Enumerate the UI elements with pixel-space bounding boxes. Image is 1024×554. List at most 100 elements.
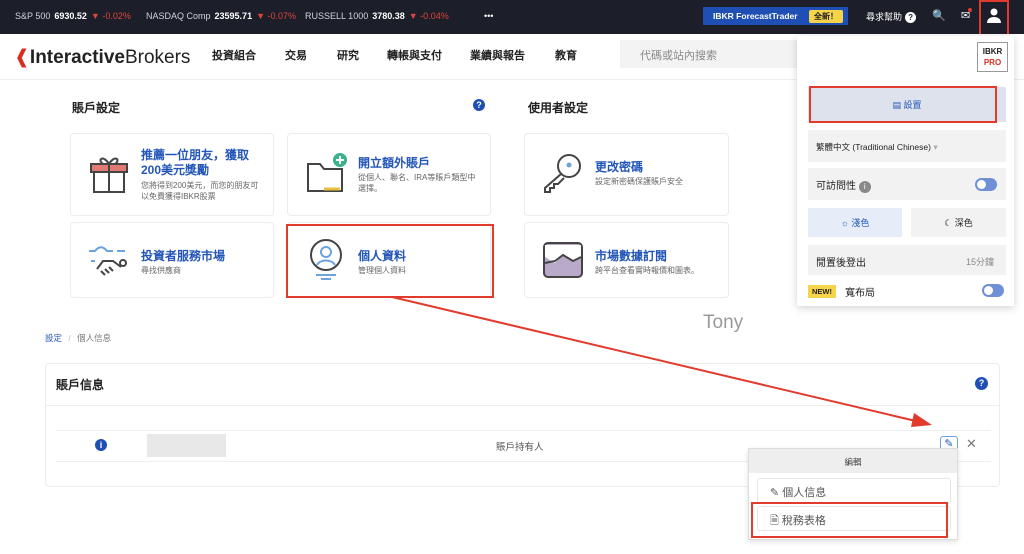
annotation-text: Tony xyxy=(703,312,744,333)
ibkr-pro-logo: IBKR PRO xyxy=(977,42,1008,72)
handshake-icon xyxy=(89,246,127,276)
dark-label: 深色 xyxy=(954,218,973,228)
idle-logout-label: 閒置後登出 xyxy=(816,258,866,269)
idle-logout-value: 15分鐘 xyxy=(965,257,994,267)
more-tickers-button[interactable]: ••• xyxy=(484,11,493,21)
highlight-box xyxy=(979,0,1009,38)
highlight-box xyxy=(751,502,948,538)
ticker-change: ▼ -0.02% xyxy=(90,11,131,21)
accessibility-row: 可訪問性 i xyxy=(808,168,1006,200)
help-button[interactable]: 尋求幫助? xyxy=(866,10,917,23)
card-desc: 您將得到200美元，而您的朋友可以免費獲得IBKR股票 xyxy=(141,181,259,201)
logo-light: Brokers xyxy=(124,47,191,68)
idle-logout-row[interactable]: 閒置後登出 15分鐘 xyxy=(808,245,1006,275)
nav-reports[interactable]: 業績與報告 xyxy=(470,47,525,63)
close-icon[interactable]: ✕ xyxy=(966,436,977,452)
account-info-title: 賬戶信息 xyxy=(56,378,105,392)
card-desc: 從個人、聯名、IRA等賬戶類型中選擇。 xyxy=(358,173,476,193)
nav-trade[interactable]: 交易 xyxy=(285,47,307,63)
ticker-nasdaq[interactable]: NASDAQ Comp 23595.71 ▼ -0.07% xyxy=(146,11,296,21)
ticker-change-value: -0.02% xyxy=(102,11,131,21)
info-icon[interactable]: i xyxy=(858,181,871,193)
help-label: 尋求幫助 xyxy=(866,12,903,22)
card-desc: 設定新密碼保護賬戶安全 xyxy=(595,177,683,186)
new-badge: 全新！ xyxy=(809,10,843,23)
edit-menu-title: 編輯 xyxy=(749,449,957,473)
menu-item-label: 個人信息 xyxy=(782,487,827,499)
ticker-value: 3780.38 xyxy=(372,11,405,21)
forecasttrader-label: IBKR ForecastTrader xyxy=(713,11,798,21)
ticker-change-value: -0.07% xyxy=(267,11,297,21)
search-chat-icon[interactable]: 🔍 xyxy=(932,9,946,22)
ticker-value: 23595.71 xyxy=(214,11,253,21)
breadcrumb: 設定 / 個人信息 xyxy=(45,332,111,344)
moon-icon: ☾ xyxy=(944,218,953,228)
ticker-name: NASDAQ Comp xyxy=(146,11,211,21)
search-input[interactable]: 代碼或站內搜索 xyxy=(620,40,800,68)
card-desc: 尋找供應商 xyxy=(141,266,181,275)
user-settings-heading: 使用者設定 xyxy=(528,101,589,115)
pencil-icon: ✎ xyxy=(770,487,780,499)
nav-transfer[interactable]: 轉帳與支付 xyxy=(387,47,442,63)
card-title: 市場數據訂閱 xyxy=(595,249,668,263)
sun-icon: ☼ xyxy=(840,218,849,228)
question-icon: ? xyxy=(905,12,917,23)
card-market-data[interactable]: 市場數據訂閱 跨平台查看實時報價和圖表。 xyxy=(524,222,729,298)
ticker-russell[interactable]: RUSSELL 1000 3780.38 ▼ -0.04% xyxy=(305,11,449,21)
gift-icon xyxy=(90,157,128,193)
ticker-sp500[interactable]: S&P 500 6930.52 ▼ -0.02% xyxy=(15,11,131,21)
breadcrumb-settings[interactable]: 設定 xyxy=(45,333,62,343)
menu-item-personal-info[interactable]: ✎ 個人信息 xyxy=(757,478,951,503)
forecasttrader-button[interactable]: IBKR ForecastTrader 全新！ xyxy=(703,7,848,25)
help-icon[interactable]: ? xyxy=(975,377,988,390)
wide-layout-toggle[interactable] xyxy=(982,284,1004,297)
light-label: 淺色 xyxy=(851,218,870,228)
user-menu-panel: IBKR PRO ▤ 設置 繁體中文 (Traditional Chinese) … xyxy=(797,36,1014,306)
folder-add-icon xyxy=(307,153,347,192)
logo-bold: Interactive xyxy=(29,47,125,68)
nav-portfolio[interactable]: 投資組合 xyxy=(212,47,256,63)
card-title: 開立額外賬戶 xyxy=(358,156,431,170)
card-title: 更改密碼 xyxy=(595,160,644,174)
logo-mark-icon: ❰ xyxy=(14,47,30,68)
new-badge: NEW! xyxy=(808,285,836,298)
wide-layout-label: 寬布局 xyxy=(845,288,875,299)
ticker-value: 6930.52 xyxy=(54,11,87,21)
key-icon xyxy=(544,154,581,193)
language-select[interactable]: 繁體中文 (Traditional Chinese) ▾ xyxy=(808,130,1006,162)
nav-research[interactable]: 研究 xyxy=(337,47,359,63)
card-investor-marketplace[interactable]: 投資者服務市場 尋找供應商 xyxy=(70,222,274,298)
dark-theme-button[interactable]: ☾ 深色 xyxy=(911,208,1006,237)
card-referral[interactable]: 推薦一位朋友，獲取200美元獎勵 您將得到200美元，而您的朋友可以免費獲得IB… xyxy=(70,133,274,216)
card-title: 推薦一位朋友，獲取200美元獎勵 xyxy=(141,148,250,177)
card-open-account[interactable]: 開立額外賬戶 從個人、聯名、IRA等賬戶類型中選擇。 xyxy=(287,133,491,216)
ticker-change: ▼ -0.04% xyxy=(408,11,449,21)
ibkr-logo[interactable]: ❰InteractiveBrokers xyxy=(14,46,190,69)
ticker-change-value: -0.04% xyxy=(420,11,449,21)
caret-down-icon: ▾ xyxy=(933,142,938,152)
ticker-change: ▼ -0.07% xyxy=(256,11,297,21)
info-icon[interactable]: i xyxy=(95,439,107,451)
help-icon[interactable]: ? xyxy=(473,99,485,111)
card-change-password[interactable]: 更改密碼 設定新密碼保護賬戶安全 xyxy=(524,133,729,216)
breadcrumb-current: 個人信息 xyxy=(77,333,112,343)
highlight-box xyxy=(286,224,494,298)
mail-icon[interactable]: ✉ xyxy=(961,8,973,22)
ticker-name: RUSSELL 1000 xyxy=(305,11,369,21)
divider xyxy=(46,405,999,406)
accessibility-label: 可訪問性 xyxy=(816,181,856,192)
breadcrumb-separator: / xyxy=(68,333,71,343)
light-theme-button[interactable]: ☼ 淺色 xyxy=(808,208,902,237)
account-settings-heading: 賬戶設定 xyxy=(72,101,121,115)
account-holder-label: 賬戶持有人 xyxy=(496,442,544,453)
language-value: 繁體中文 (Traditional Chinese) xyxy=(816,142,931,152)
accessibility-toggle[interactable] xyxy=(975,178,997,191)
chart-icon xyxy=(543,242,583,278)
card-title: 投資者服務市場 xyxy=(141,249,226,263)
logo-top: IBKR xyxy=(982,47,1003,56)
highlight-box xyxy=(809,86,997,123)
nav-education[interactable]: 教育 xyxy=(555,47,577,63)
ticker-name: S&P 500 xyxy=(15,11,51,21)
logo-bottom: PRO xyxy=(983,58,1002,67)
card-desc: 跨平台查看實時報價和圖表。 xyxy=(595,266,699,275)
